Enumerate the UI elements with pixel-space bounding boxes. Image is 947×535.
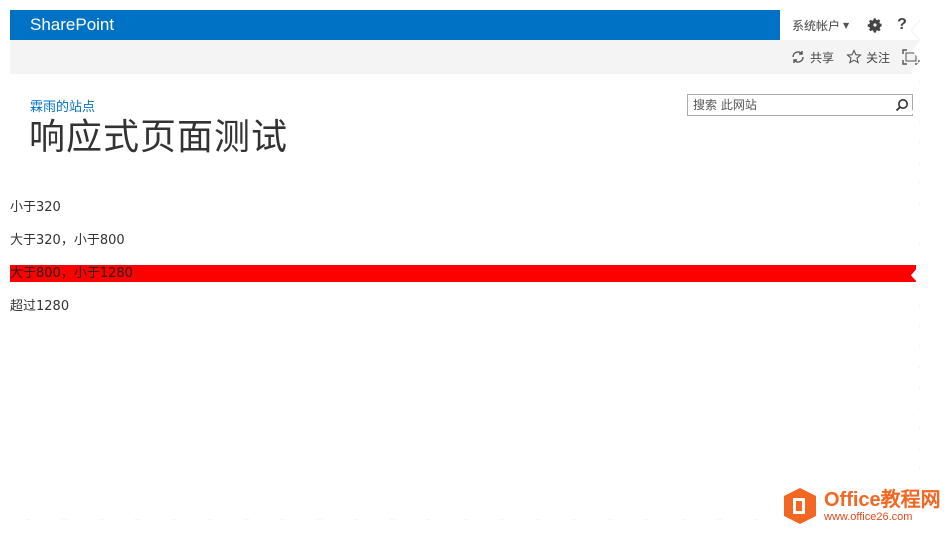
- focus-frame-icon: [902, 49, 920, 65]
- share-label: 共享: [809, 50, 834, 65]
- content-item-320-800: 大于320，小于800: [10, 233, 125, 248]
- page-title: 响应式页面测试: [29, 117, 289, 158]
- page-frame: SharePoint 系统帐户 ▼ ? 共享 关注 霖雨的站点 响应式页面测试 …: [10, 10, 920, 520]
- suite-bar: SharePoint 系统帐户 ▼ ?: [10, 10, 920, 40]
- sharepoint-brand-link[interactable]: SharePoint: [30, 15, 114, 35]
- follow-button[interactable]: 关注: [846, 49, 890, 66]
- ribbon-bar: 共享 关注: [10, 40, 920, 74]
- chevron-down-icon: ▼: [843, 20, 850, 30]
- content-item-lt-320: 小于320: [10, 200, 61, 215]
- content-item-gt-1280: 超过1280: [10, 299, 70, 314]
- account-menu[interactable]: 系统帐户 ▼: [792, 17, 849, 34]
- account-label: 系统帐户: [792, 18, 841, 33]
- office-logo-icon: [784, 488, 816, 524]
- site-breadcrumb-link[interactable]: 霖雨的站点: [30, 96, 95, 115]
- content-item-800-1280: 大于800，小于1280: [10, 265, 916, 282]
- watermark-url: www.office26.com: [824, 510, 913, 523]
- site-search-box: [687, 94, 913, 116]
- watermark-title: Office教程网: [824, 488, 941, 511]
- suite-bar-right: 系统帐户 ▼ ?: [780, 10, 920, 40]
- star-icon: [846, 49, 862, 64]
- search-button[interactable]: [892, 95, 912, 115]
- watermark: Office教程网 www.office26.com: [780, 486, 941, 526]
- search-input[interactable]: [688, 96, 892, 114]
- follow-label: 关注: [865, 50, 890, 65]
- focus-content-button[interactable]: [902, 49, 920, 65]
- share-button[interactable]: 共享: [790, 49, 834, 66]
- search-icon: [895, 99, 908, 112]
- help-icon[interactable]: ?: [897, 16, 907, 34]
- gear-icon[interactable]: [867, 17, 883, 33]
- share-icon: [792, 51, 804, 63]
- ribbon-actions: 共享 关注: [790, 40, 920, 74]
